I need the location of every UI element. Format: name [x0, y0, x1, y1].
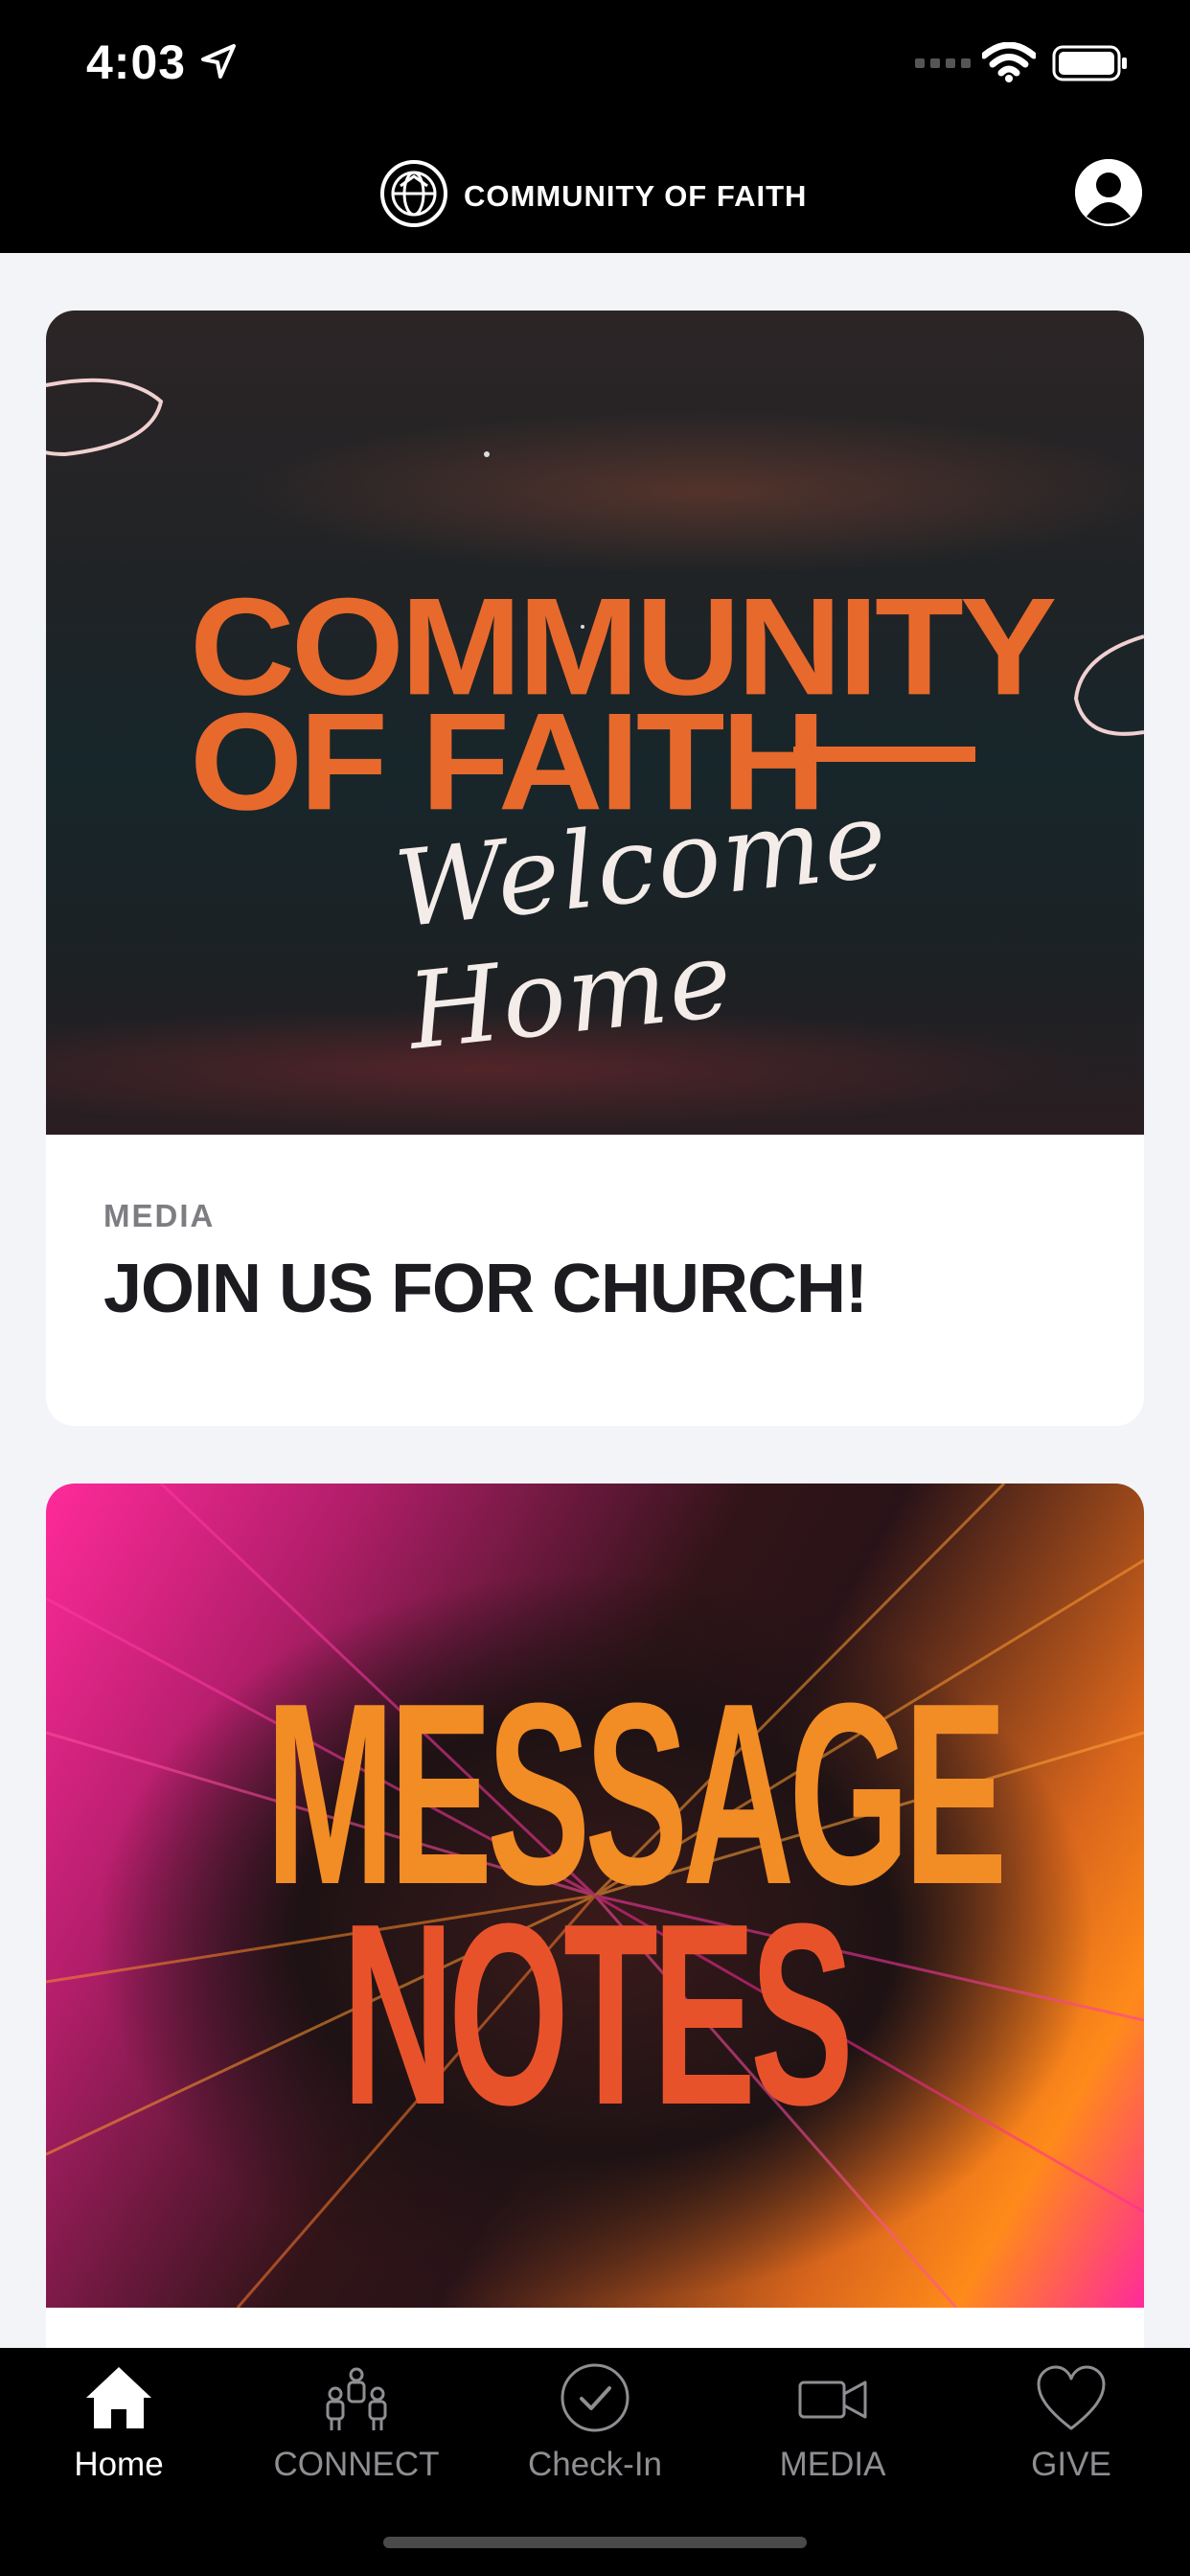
globe-logo-icon	[379, 159, 448, 233]
tab-label: GIVE	[1031, 2446, 1111, 2483]
home-icon	[0, 2361, 238, 2434]
tab-give[interactable]: GIVE	[952, 2361, 1190, 2505]
card-body: MEDIA JOIN US FOR CHURCH!	[46, 1135, 1144, 1328]
status-time: 4:03	[86, 35, 187, 89]
tab-media[interactable]: MEDIA	[714, 2361, 951, 2505]
user-avatar-icon	[1075, 159, 1142, 226]
profile-button[interactable]	[1075, 159, 1142, 226]
tab-label: CONNECT	[273, 2446, 440, 2483]
message-title-line2: NOTES	[341, 1871, 854, 2159]
video-camera-icon	[714, 2361, 951, 2434]
checkmark-circle-icon	[476, 2361, 714, 2434]
app-title: COMMUNITY OF FAITH	[464, 178, 808, 213]
heart-icon	[952, 2361, 1190, 2434]
battery-icon	[1052, 44, 1129, 87]
cellular-signal-icon	[915, 56, 973, 73]
card-image: MESSAGE NOTES	[46, 1484, 1144, 2308]
card-image: COMMUNITY OF FAITH Welcome Home	[46, 310, 1144, 1135]
feed-card-join-church[interactable]: COMMUNITY OF FAITH Welcome Home MEDIA JO…	[46, 310, 1144, 1426]
tab-label: Check-In	[527, 2446, 663, 2483]
tab-label: Home	[74, 2446, 164, 2483]
nav-header: COMMUNITY OF FAITH	[0, 126, 1190, 253]
wifi-icon	[980, 41, 1038, 87]
home-indicator	[383, 2537, 807, 2548]
tab-check-in[interactable]: Check-In	[476, 2361, 714, 2505]
card-title: JOIN US FOR CHURCH!	[103, 1251, 868, 1327]
brand: COMMUNITY OF FAITH	[379, 159, 807, 233]
location-arrow-icon	[199, 42, 238, 85]
tab-label: MEDIA	[779, 2446, 886, 2483]
hero-rule	[793, 747, 975, 762]
status-bar: 4:03	[0, 0, 1190, 126]
content-feed[interactable]: COMMUNITY OF FAITH Welcome Home MEDIA JO…	[0, 253, 1190, 2348]
card-category: MEDIA	[103, 1198, 216, 1233]
people-icon	[238, 2361, 475, 2434]
tab-home[interactable]: Home	[0, 2361, 238, 2505]
feed-card-message-notes[interactable]: MESSAGE NOTES	[46, 1484, 1144, 2348]
tab-connect[interactable]: CONNECT	[238, 2361, 475, 2505]
